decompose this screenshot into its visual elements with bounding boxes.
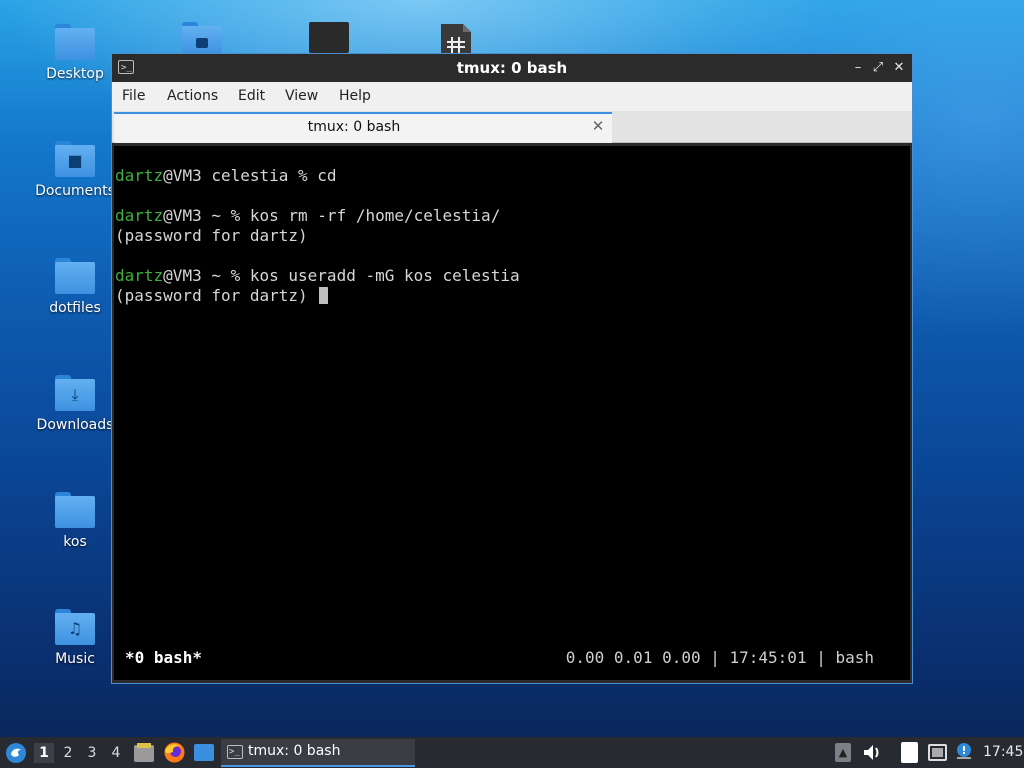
desktop-icon-label: Downloads (36, 417, 114, 433)
tab-label: tmux: 0 bash (307, 119, 401, 135)
terminal-line: dartz@VM3 ~ % kos useradd -mG kos celest… (115, 266, 520, 286)
desktop-icon-label: Music (55, 651, 95, 667)
menu-edit[interactable]: Edit (238, 88, 265, 104)
desktop-icon-label: Desktop (46, 66, 104, 82)
terminal-line: (password for dartz) (115, 286, 329, 306)
folder-icon (55, 258, 95, 294)
desktop-icon-label: kos (63, 534, 87, 550)
clipboard-icon[interactable] (901, 742, 918, 763)
spreadsheet-file-icon[interactable] (439, 22, 473, 57)
folder-icon (55, 492, 95, 528)
desktop-icon-label: dotfiles (49, 300, 101, 316)
firefox-icon[interactable] (164, 742, 185, 763)
workspace-4[interactable]: 4 (106, 743, 126, 763)
documents-folder-icon: ■ (55, 141, 95, 177)
prompt-user: dartz (115, 206, 164, 225)
workspace-2[interactable]: 2 (58, 743, 78, 763)
terminal-window: >_ tmux: 0 bash – ⤢ ✕ File Actions Edit … (111, 53, 913, 684)
window-title: tmux: 0 bash (456, 59, 568, 77)
folder-icon (55, 24, 95, 60)
music-folder-icon: ♫ (55, 609, 95, 645)
taskbar-window-tmux[interactable]: >_ tmux: 0 bash (221, 739, 415, 767)
downloads-folder-icon: ⤓ (55, 375, 95, 411)
tab-close-icon[interactable]: ✕ (590, 117, 606, 137)
network-icon[interactable] (928, 744, 947, 761)
desktop-icon-documents[interactable]: ■ Documents (30, 141, 120, 199)
minimize-button[interactable]: – (848, 58, 868, 78)
desktop-icon-downloads[interactable]: ⤓ Downloads (30, 375, 120, 433)
maximize-button[interactable]: ⤢ (868, 58, 888, 78)
terminal-text: @VM3 ~ % kos useradd -mG kos celestia (163, 266, 520, 285)
terminal-line: (password for dartz) (115, 226, 308, 246)
pictures-folder-icon[interactable] (182, 22, 222, 54)
dark-file-icon[interactable] (309, 22, 349, 53)
file-manager-icon[interactable] (134, 743, 154, 762)
terminal-cursor (319, 287, 329, 304)
desktop-icon-kos[interactable]: kos (30, 492, 120, 550)
start-menu-icon[interactable] (5, 742, 27, 764)
prompt-user: dartz (115, 266, 164, 285)
terminal-text: (password for dartz) (115, 286, 318, 305)
workspace-3[interactable]: 3 (82, 743, 102, 763)
taskbar-clock[interactable]: 17:45 (983, 737, 1023, 768)
terminal-text: @VM3 ~ % kos rm -rf /home/celestia/ (163, 206, 501, 225)
menu-actions[interactable]: Actions (167, 88, 218, 104)
desktop-icon-dotfiles[interactable]: dotfiles (30, 258, 120, 316)
menu-bar: File Actions Edit View Help (112, 82, 912, 111)
notification-icon[interactable] (955, 742, 973, 760)
tab-bar: tmux: 0 bash ✕ (112, 111, 912, 143)
window-titlebar[interactable]: >_ tmux: 0 bash – ⤢ ✕ (112, 54, 912, 82)
tmux-status-window: *0 bash* (125, 648, 203, 667)
menu-file[interactable]: File (122, 88, 145, 104)
show-desktop-icon[interactable] (194, 744, 214, 761)
menu-view[interactable]: View (285, 88, 318, 104)
taskbar-window-label: tmux: 0 bash (248, 743, 341, 759)
terminal-output[interactable]: dartz@VM3 celestia % cd dartz@VM3 ~ % ko… (114, 146, 910, 680)
terminal-app-icon: >_ (227, 745, 243, 759)
terminal-line: dartz@VM3 ~ % kos rm -rf /home/celestia/ (115, 206, 500, 226)
terminal-text: (password for dartz) (115, 226, 308, 245)
terminal-text: @VM3 celestia % cd (163, 166, 337, 185)
terminal-line: dartz@VM3 celestia % cd (115, 166, 337, 186)
desktop-icon-label: Documents (35, 183, 115, 199)
desktop-icon-music[interactable]: ♫ Music (30, 609, 120, 667)
tab-tmux-bash[interactable]: tmux: 0 bash ✕ (114, 112, 612, 143)
taskbar: 1 2 3 4 >_ tmux: 0 bash ▲ 17:45 (0, 737, 1024, 768)
workspace-1[interactable]: 1 (34, 743, 54, 763)
tmux-status-right: 0.00 0.01 0.00 | 17:45:01 | bash (565, 648, 874, 667)
upload-icon[interactable]: ▲ (835, 743, 851, 762)
desktop-icon-desktop[interactable]: Desktop (30, 24, 120, 82)
close-button[interactable]: ✕ (889, 58, 909, 78)
menu-help[interactable]: Help (339, 88, 371, 104)
prompt-user: dartz (115, 166, 164, 185)
volume-icon[interactable] (862, 742, 884, 763)
